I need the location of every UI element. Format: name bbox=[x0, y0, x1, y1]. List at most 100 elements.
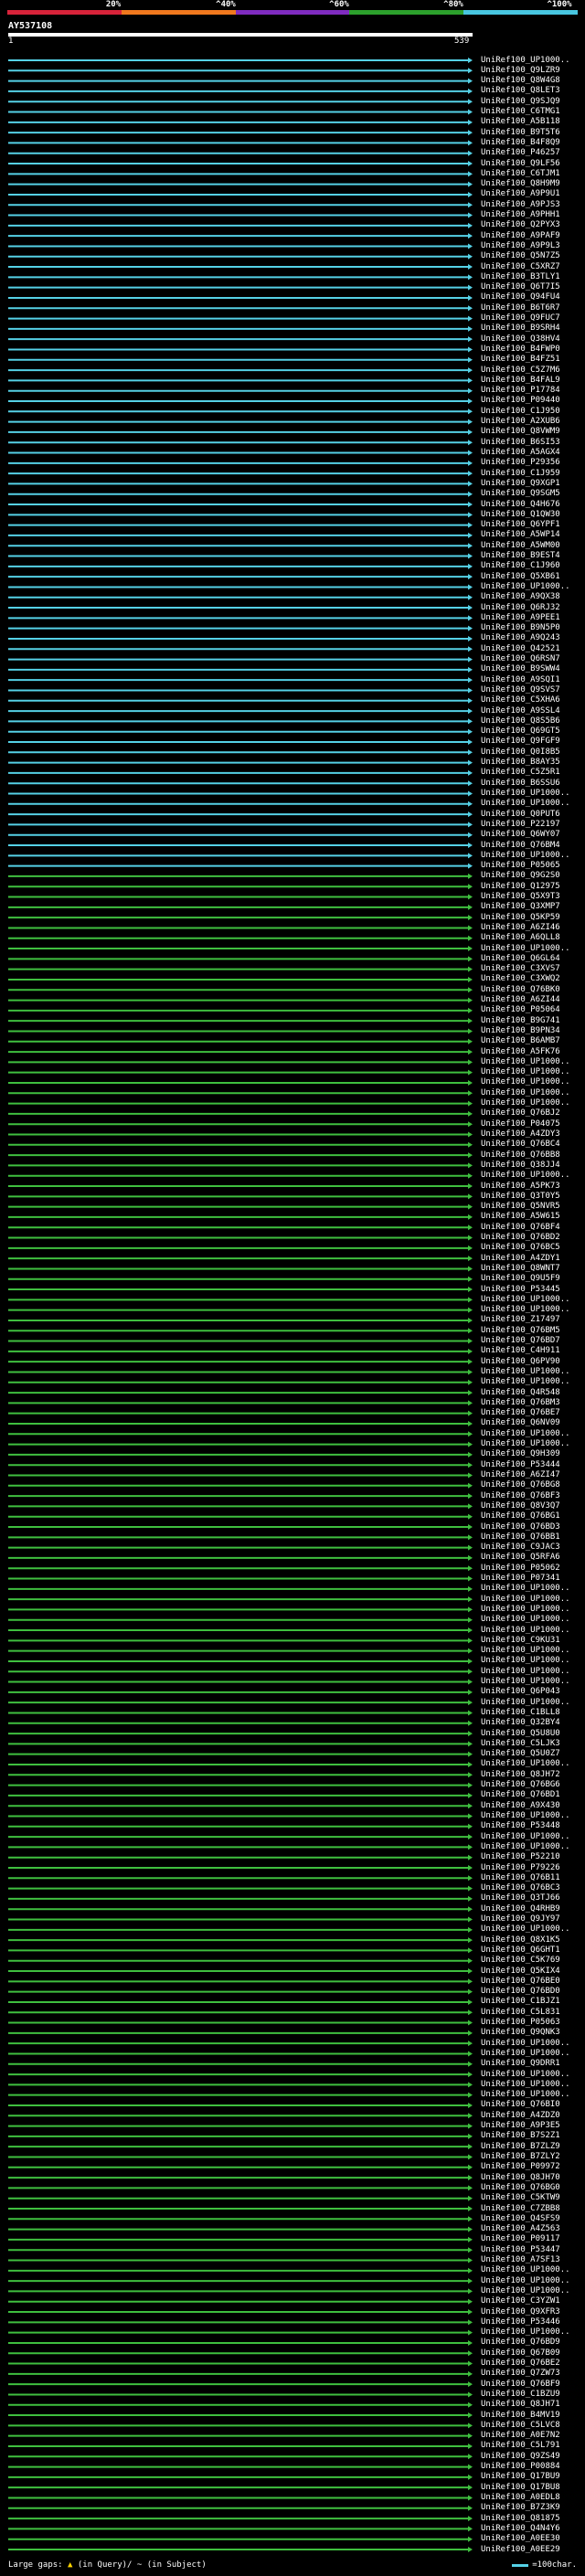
hit-label[interactable]: UniRef100_UP1000.. bbox=[481, 1605, 570, 1615]
hit-label[interactable]: UniRef100_C1BJZ1 bbox=[481, 1997, 560, 2007]
hit-label[interactable]: UniRef100_Q9XFR3 bbox=[481, 2307, 560, 2317]
hit-label[interactable]: UniRef100_Q17BU8 bbox=[481, 2483, 560, 2493]
hit-label[interactable]: UniRef100_Q4RHB9 bbox=[481, 1904, 560, 1914]
hit-label[interactable]: UniRef100_Q8JH71 bbox=[481, 2400, 560, 2410]
hit-label[interactable]: UniRef100_A9SSL4 bbox=[481, 706, 560, 716]
hit-label[interactable]: UniRef100_Q5U0Z7 bbox=[481, 1749, 560, 1759]
hit-label[interactable]: UniRef100_UP1000.. bbox=[481, 2080, 570, 2090]
hit-label[interactable]: UniRef100_Q69GT5 bbox=[481, 726, 560, 737]
hit-label[interactable]: UniRef100_C5Z5R1 bbox=[481, 768, 560, 778]
hit-label[interactable]: UniRef100_C5K769 bbox=[481, 1956, 560, 1966]
hit-label[interactable]: UniRef100_A9P3E5 bbox=[481, 2121, 560, 2131]
hit-label[interactable]: UniRef100_C5L791 bbox=[481, 2441, 560, 2451]
hit-label[interactable]: UniRef100_UP1000.. bbox=[481, 1098, 570, 1108]
hit-label[interactable]: UniRef100_B3TLY1 bbox=[481, 272, 560, 282]
hit-label[interactable]: UniRef100_Q9LZR9 bbox=[481, 66, 560, 76]
hit-label[interactable]: UniRef100_UP1000.. bbox=[481, 1057, 570, 1067]
hit-label[interactable]: UniRef100_B4FZ51 bbox=[481, 355, 560, 365]
hit-label[interactable]: UniRef100_B9G741 bbox=[481, 1016, 560, 1026]
hit-label[interactable]: UniRef100_UP1000.. bbox=[481, 1832, 570, 1842]
hit-label[interactable]: UniRef100_UP1000.. bbox=[481, 1626, 570, 1636]
hit-label[interactable]: UniRef100_UP1000.. bbox=[481, 1067, 570, 1077]
hit-label[interactable]: UniRef100_Q9DRR1 bbox=[481, 2059, 560, 2069]
hit-label[interactable]: UniRef100_B7Z3K9 bbox=[481, 2503, 560, 2513]
hit-label[interactable]: UniRef100_Q76BF3 bbox=[481, 1491, 560, 1501]
hit-label[interactable]: UniRef100_A7SF13 bbox=[481, 2255, 560, 2265]
hit-label[interactable]: UniRef100_A6ZI44 bbox=[481, 995, 560, 1005]
hit-label[interactable]: UniRef100_C5XRZ7 bbox=[481, 262, 560, 272]
hit-label[interactable]: UniRef100_UP1000.. bbox=[481, 2049, 570, 2059]
hit-label[interactable]: UniRef100_UP1000.. bbox=[481, 582, 570, 592]
hit-label[interactable]: UniRef100_Q5NVR5 bbox=[481, 1202, 560, 1212]
hit-label[interactable]: UniRef100_C5KTW9 bbox=[481, 2193, 560, 2203]
hit-label[interactable]: UniRef100_B7S2Z1 bbox=[481, 2131, 560, 2141]
hit-label[interactable]: UniRef100_Q76BG8 bbox=[481, 1480, 560, 1490]
hit-label[interactable]: UniRef100_UP1000.. bbox=[481, 799, 570, 809]
hit-label[interactable]: UniRef100_Q76BG1 bbox=[481, 1511, 560, 1521]
hit-label[interactable]: UniRef100_P00884 bbox=[481, 2462, 560, 2472]
hit-label[interactable]: UniRef100_B9EST4 bbox=[481, 551, 560, 561]
hit-label[interactable]: UniRef100_UP1000.. bbox=[481, 1646, 570, 1656]
hit-label[interactable]: UniRef100_C5LVC8 bbox=[481, 2421, 560, 2431]
hit-label[interactable]: UniRef100_Q76BB1 bbox=[481, 1532, 560, 1542]
hit-label[interactable]: UniRef100_B9N5P0 bbox=[481, 623, 560, 633]
hit-label[interactable]: UniRef100_P46257 bbox=[481, 148, 560, 158]
hit-label[interactable]: UniRef100_C5XHA6 bbox=[481, 695, 560, 705]
hit-label[interactable]: UniRef100_P79226 bbox=[481, 1863, 560, 1873]
hit-label[interactable]: UniRef100_Q76BK0 bbox=[481, 985, 560, 995]
hit-label[interactable]: UniRef100_Q76BM5 bbox=[481, 1326, 560, 1336]
hit-label[interactable]: UniRef100_Q1QW30 bbox=[481, 510, 560, 520]
hit-label[interactable]: UniRef100_A6ZI46 bbox=[481, 923, 560, 933]
hit-label[interactable]: UniRef100_Q6NV09 bbox=[481, 1418, 560, 1428]
hit-label[interactable]: UniRef100_Q38HV4 bbox=[481, 334, 560, 345]
hit-label[interactable]: UniRef100_Q76BD9 bbox=[481, 2337, 560, 2348]
hit-label[interactable]: UniRef100_P05064 bbox=[481, 1005, 560, 1015]
hit-label[interactable]: UniRef100_Q8VWM9 bbox=[481, 427, 560, 437]
hit-label[interactable]: UniRef100_Q76BE2 bbox=[481, 2359, 560, 2369]
hit-label[interactable]: UniRef100_Q67B09 bbox=[481, 2348, 560, 2359]
hit-label[interactable]: UniRef100_B6SI53 bbox=[481, 438, 560, 448]
hit-label[interactable]: UniRef100_UP1000.. bbox=[481, 2090, 570, 2100]
hit-label[interactable]: UniRef100_P29356 bbox=[481, 458, 560, 468]
hit-label[interactable]: UniRef100_Q3TJ66 bbox=[481, 1893, 560, 1903]
hit-label[interactable]: UniRef100_A4ZDZ0 bbox=[481, 2111, 560, 2121]
hit-label[interactable]: UniRef100_Q8WNT7 bbox=[481, 1264, 560, 1274]
hit-label[interactable]: UniRef100_A2XUB6 bbox=[481, 417, 560, 427]
hit-label[interactable]: UniRef100_Q5RFA6 bbox=[481, 1553, 560, 1563]
hit-label[interactable]: UniRef100_Q6GL64 bbox=[481, 954, 560, 964]
hit-label[interactable]: UniRef100_A0EE30 bbox=[481, 2534, 560, 2544]
hit-label[interactable]: UniRef100_UP1000.. bbox=[481, 2265, 570, 2275]
hit-label[interactable]: UniRef100_A9PAF9 bbox=[481, 231, 560, 241]
hit-label[interactable]: UniRef100_C1BZU9 bbox=[481, 2390, 560, 2400]
hit-label[interactable]: UniRef100_C5LJK3 bbox=[481, 1739, 560, 1749]
hit-label[interactable]: UniRef100_P05063 bbox=[481, 2018, 560, 2028]
hit-label[interactable]: UniRef100_Q0I8B5 bbox=[481, 747, 560, 758]
hit-label[interactable]: UniRef100_A5FK76 bbox=[481, 1047, 560, 1057]
hit-label[interactable]: UniRef100_UP1000.. bbox=[481, 56, 570, 66]
hit-label[interactable]: UniRef100_C3YZW1 bbox=[481, 2296, 560, 2306]
hit-label[interactable]: UniRef100_Q94FU4 bbox=[481, 292, 560, 302]
hit-label[interactable]: UniRef100_Q76BD0 bbox=[481, 1987, 560, 1997]
hit-label[interactable]: UniRef100_Q8W4G8 bbox=[481, 76, 560, 86]
hit-label[interactable]: UniRef100_B9SRH4 bbox=[481, 323, 560, 334]
hit-label[interactable]: UniRef100_B7ZLZ9 bbox=[481, 2142, 560, 2152]
hit-label[interactable]: UniRef100_P04075 bbox=[481, 1119, 560, 1129]
hit-label[interactable]: UniRef100_A6ZI47 bbox=[481, 1470, 560, 1480]
hit-label[interactable]: UniRef100_A9SQI1 bbox=[481, 675, 560, 685]
hit-label[interactable]: UniRef100_Q4N4Y6 bbox=[481, 2524, 560, 2534]
hit-label[interactable]: UniRef100_C1BLL8 bbox=[481, 1708, 560, 1718]
hit-label[interactable]: UniRef100_UP1000.. bbox=[481, 1698, 570, 1708]
hit-label[interactable]: UniRef100_B4FAL9 bbox=[481, 376, 560, 386]
hit-label[interactable]: UniRef100_A5B118 bbox=[481, 117, 560, 127]
hit-label[interactable]: UniRef100_Q9ZS49 bbox=[481, 2452, 560, 2462]
hit-label[interactable]: UniRef100_UP1000.. bbox=[481, 1667, 570, 1677]
hit-label[interactable]: UniRef100_UP1000.. bbox=[481, 1811, 570, 1821]
hit-label[interactable]: UniRef100_Q6WY07 bbox=[481, 830, 560, 840]
hit-label[interactable]: UniRef100_Q8H9M9 bbox=[481, 179, 560, 189]
hit-label[interactable]: UniRef100_P53445 bbox=[481, 1285, 560, 1295]
hit-label[interactable]: UniRef100_C7ZBB8 bbox=[481, 2204, 560, 2214]
hit-label[interactable]: UniRef100_Q9H309 bbox=[481, 1449, 560, 1459]
hit-label[interactable]: UniRef100_Q9U5F9 bbox=[481, 1274, 560, 1284]
hit-label[interactable]: UniRef100_Q3XMP7 bbox=[481, 902, 560, 912]
hit-label[interactable]: UniRef100_C1J959 bbox=[481, 469, 560, 479]
